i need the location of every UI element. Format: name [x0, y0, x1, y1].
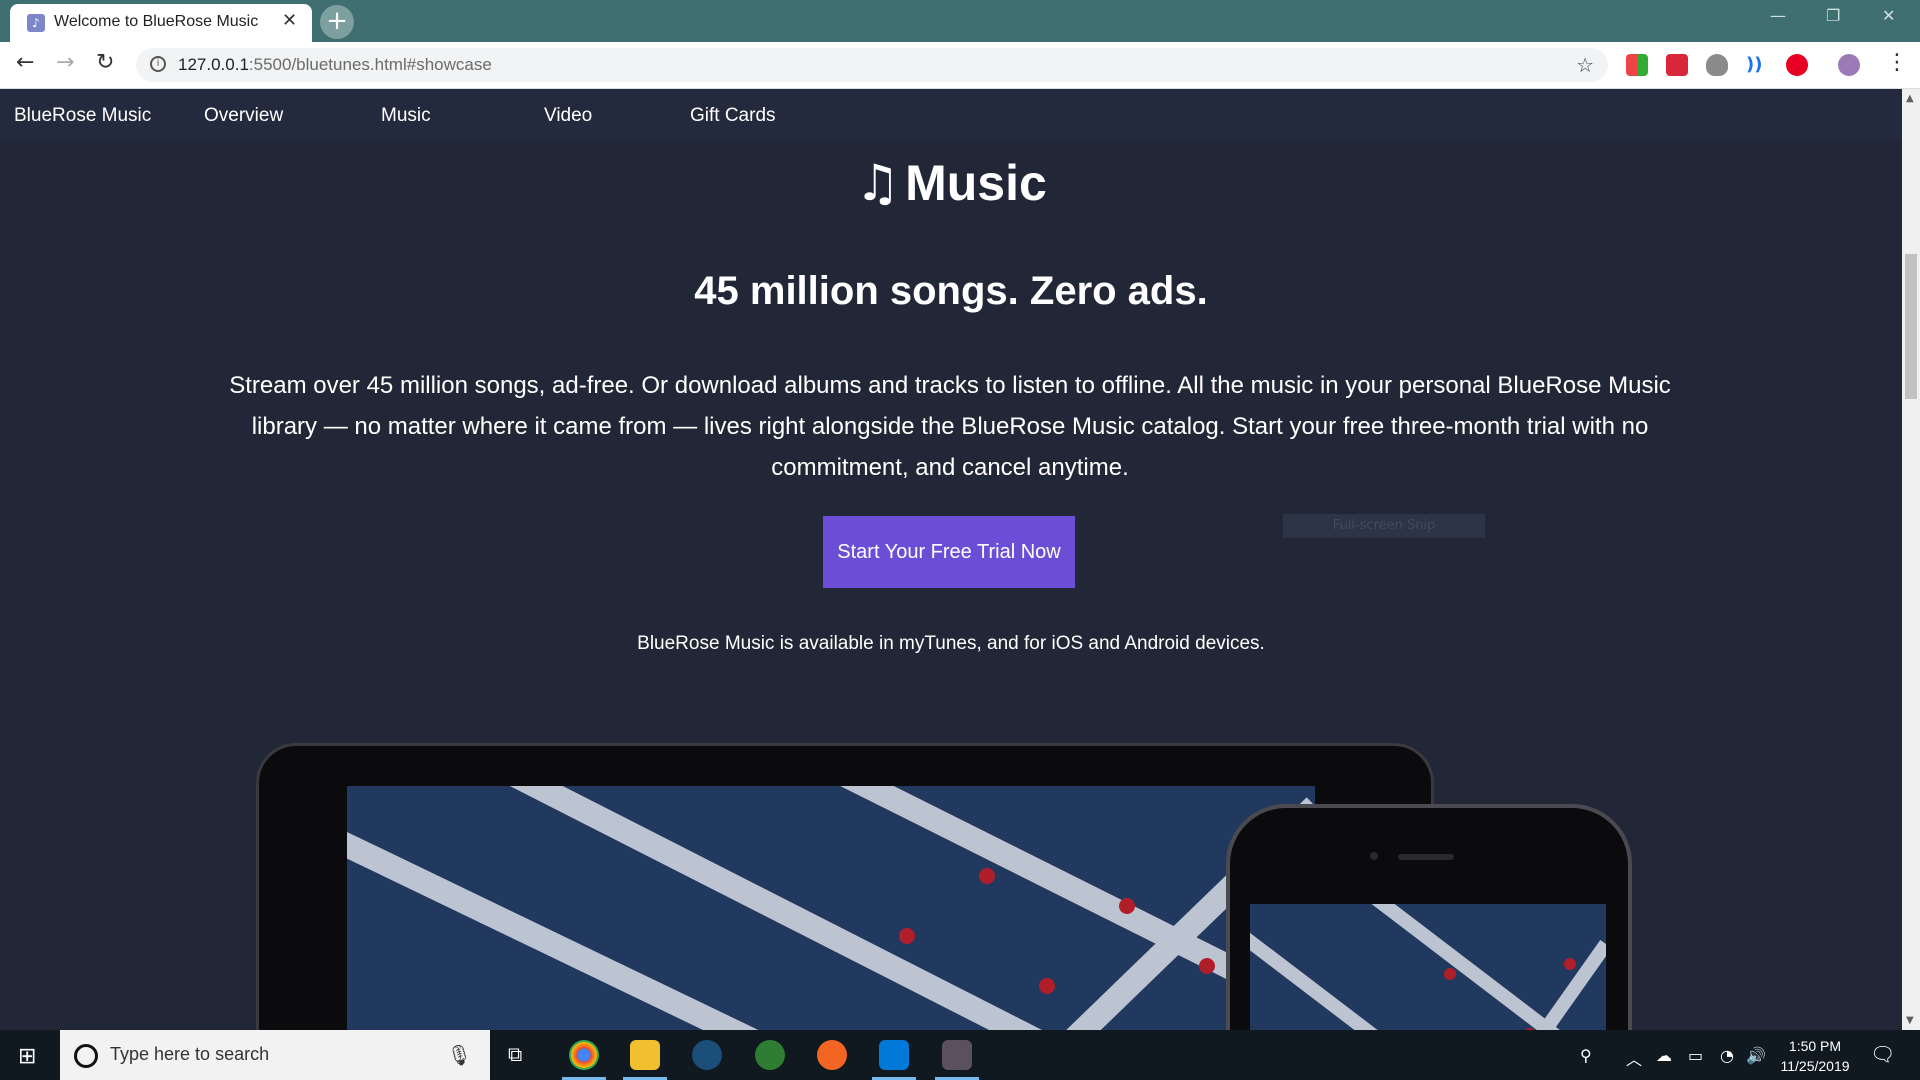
windows-taskbar: ⊞ Type here to search 🎙 ⧉ ⚲ ︿ ☁ ▭ ◔ 🔊 1:…	[0, 1030, 1920, 1080]
profile-avatar[interactable]	[1838, 54, 1860, 76]
file-explorer-icon[interactable]	[630, 1040, 660, 1070]
scroll-down-icon[interactable]: ▼	[1906, 1015, 1914, 1026]
browser-toolbar: ← → ↻ i 127.0.0.1:5500/bluetunes.html#sh…	[0, 42, 1920, 89]
phone-speaker	[1398, 854, 1454, 860]
pocket-icon[interactable]	[1666, 54, 1688, 76]
description-paragraph: Stream over 45 million songs, ad-free. O…	[229, 372, 1671, 481]
notifications-icon[interactable]: 🗨	[1870, 1042, 1895, 1066]
task-view-icon[interactable]: ⧉	[508, 1042, 522, 1066]
search-placeholder: Type here to search	[110, 1044, 270, 1064]
minimize-icon[interactable]: —	[1770, 6, 1786, 25]
nav-music[interactable]: Music	[381, 105, 431, 127]
restore-icon[interactable]: ❐	[1826, 6, 1840, 25]
scrollbar-thumb[interactable]	[1905, 254, 1917, 399]
close-tab-icon[interactable]: ✕	[282, 10, 297, 31]
menu-icon[interactable]: ⋮	[1886, 50, 1908, 75]
site-navbar: BlueRose Music Overview Music Video Gift…	[0, 89, 1902, 139]
network-icon[interactable]: ◔	[1720, 1046, 1734, 1065]
windows-start-icon[interactable]: ⊞	[18, 1044, 36, 1069]
snip-overlay: Full-screen Snip	[1283, 514, 1485, 538]
chrome-icon[interactable]	[569, 1040, 599, 1070]
page-scrollbar[interactable]: ▲ ▼	[1902, 89, 1920, 1030]
address-bar[interactable]: i 127.0.0.1:5500/bluetunes.html#showcase…	[136, 48, 1608, 82]
sims-icon[interactable]	[755, 1040, 785, 1070]
volume-icon[interactable]: 🔊	[1746, 1046, 1766, 1065]
availability-text: BlueRose Music is available in myTunes, …	[637, 633, 1265, 654]
phone-device-image	[1226, 804, 1632, 1030]
extension-icon[interactable]	[1626, 54, 1648, 76]
snip-tool-icon[interactable]	[942, 1040, 972, 1070]
new-tab-button[interactable]: +	[320, 5, 354, 39]
music-logo: ♫ Music	[0, 154, 1902, 212]
steam-icon[interactable]	[692, 1040, 722, 1070]
clock-date: 11/25/2019	[1780, 1058, 1850, 1074]
pinterest-icon[interactable]	[1786, 54, 1808, 76]
tablet-screen	[347, 786, 1315, 1030]
show-hidden-icons[interactable]: ︿	[1626, 1046, 1642, 1070]
headline: 45 million songs. Zero ads.	[694, 269, 1208, 313]
forward-icon[interactable]: →	[56, 50, 74, 75]
onedrive-icon[interactable]: ☁	[1656, 1046, 1672, 1065]
origin-icon[interactable]	[817, 1040, 847, 1070]
people-icon[interactable]: ⚲	[1580, 1046, 1592, 1065]
clock-time: 1:50 PM	[1788, 1038, 1842, 1054]
back-icon[interactable]: ←	[16, 50, 34, 75]
clock[interactable]: 1:50 PM 11/25/2019	[1770, 1036, 1860, 1076]
cortana-icon	[74, 1044, 98, 1068]
nav-gift-cards[interactable]: Gift Cards	[690, 105, 776, 127]
url-text[interactable]: 127.0.0.1:5500/bluetunes.html#showcase	[178, 55, 492, 75]
web-page: BlueRose Music Overview Music Video Gift…	[0, 89, 1902, 1030]
scroll-up-icon[interactable]: ▲	[1906, 93, 1914, 104]
nav-brand[interactable]: BlueRose Music	[14, 105, 151, 127]
nav-video[interactable]: Video	[544, 105, 592, 127]
favicon-icon: ♪	[27, 14, 45, 32]
reload-icon[interactable]: ↻	[96, 50, 114, 75]
music-note-icon: ♫	[855, 154, 901, 212]
logo-word: Music	[905, 155, 1047, 211]
free-trial-button[interactable]: Start Your Free Trial Now	[823, 516, 1075, 588]
close-window-icon[interactable]: ✕	[1882, 6, 1895, 25]
browser-tabstrip: ♪ Welcome to BlueRose Music ✕ + — ❐ ✕	[0, 0, 1920, 42]
vscode-icon[interactable]	[879, 1040, 909, 1070]
shield-icon[interactable]	[1706, 54, 1728, 76]
taskbar-search[interactable]: Type here to search 🎙	[60, 1030, 490, 1080]
nav-overview[interactable]: Overview	[204, 105, 283, 127]
bookmark-star-icon[interactable]: ☆	[1576, 53, 1594, 77]
battery-icon[interactable]: ▭	[1688, 1046, 1703, 1065]
site-info-icon[interactable]: i	[150, 56, 166, 72]
phone-screen	[1250, 904, 1606, 1030]
tab-title: Welcome to BlueRose Music	[54, 13, 259, 30]
phone-camera	[1370, 852, 1378, 860]
wifi-ext-icon[interactable]: ))	[1746, 54, 1768, 76]
browser-tab[interactable]: ♪ Welcome to BlueRose Music ✕	[10, 4, 312, 42]
microphone-icon[interactable]: 🎙	[447, 1043, 472, 1067]
